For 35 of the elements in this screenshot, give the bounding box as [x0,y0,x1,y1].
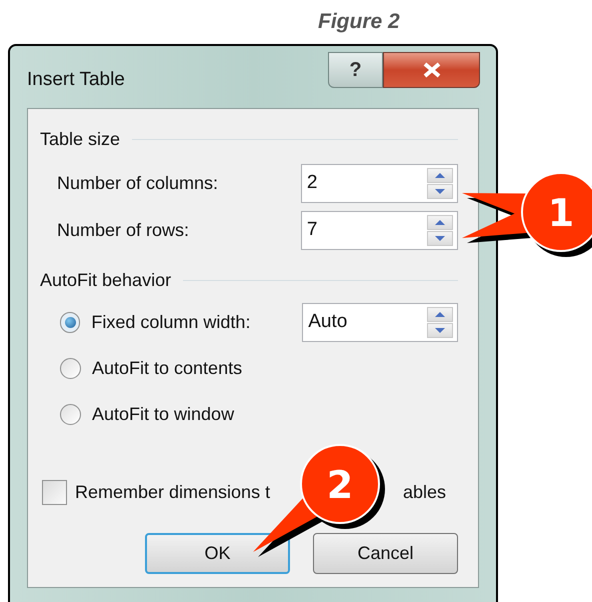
group-heading: AutoFit behavior [40,268,172,292]
window-title: Insert Table [27,68,125,92]
field-label: Number of rows: [57,218,190,242]
checkbox-label: ables [402,480,446,504]
help-button[interactable]: ? [328,52,383,88]
down-arrow-icon [435,188,445,194]
checkbox[interactable] [42,480,67,504]
spin-down-button[interactable] [427,184,453,198]
number-field[interactable]: 2 [300,164,458,202]
dialog-button[interactable]: Cancel [313,533,458,574]
radio-button[interactable] [60,404,81,424]
number-field[interactable]: 7 [300,210,458,250]
number-field[interactable]: Auto [302,302,458,342]
dialog-button[interactable]: OK [145,533,290,574]
down-arrow-icon [435,328,445,332]
spin-up-button[interactable] [427,306,453,322]
spin-up-button[interactable] [427,214,453,230]
radio-label: AutoFit to window [92,402,234,426]
radio-button[interactable] [60,358,81,378]
close-icon [422,62,442,78]
spin-up-button[interactable] [427,168,453,182]
spin-down-button[interactable] [427,322,453,338]
spin-down-button[interactable] [427,230,453,246]
field-label: Number of columns: [57,172,220,194]
up-arrow-icon [435,220,445,224]
close-button[interactable] [383,52,480,88]
group-heading: Table size [40,128,120,150]
down-arrow-icon [435,236,445,240]
figure-caption: Figure 2 [318,10,400,33]
up-arrow-icon [435,312,445,316]
radio-button[interactable] [60,312,80,332]
checkbox-label: Remember dimensions t [75,480,270,504]
radio-label: AutoFit to contents [92,356,242,380]
up-arrow-icon [435,172,445,178]
radio-label: Fixed column width: [91,310,252,334]
